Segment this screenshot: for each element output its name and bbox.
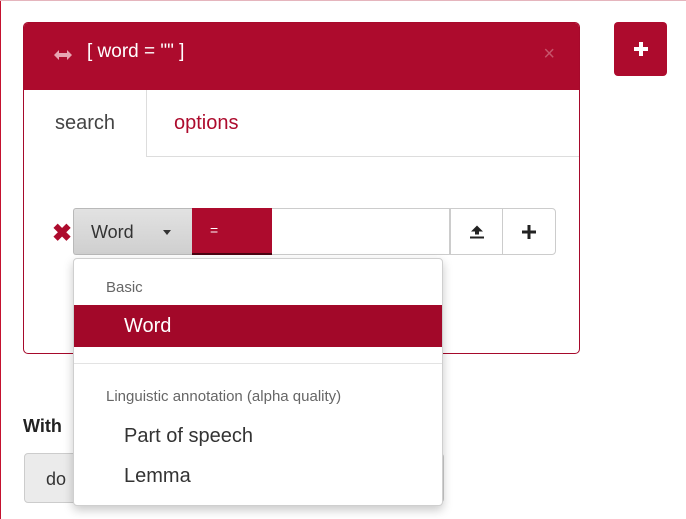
tab-search[interactable]: search xyxy=(24,90,147,157)
window-top-edge xyxy=(0,0,686,1)
group-header-linguistic: Linguistic annotation (alpha quality) xyxy=(106,388,342,405)
add-token-button[interactable] xyxy=(614,22,667,76)
within-label: With xyxy=(23,416,62,436)
add-condition-button[interactable] xyxy=(502,208,556,255)
upload-icon xyxy=(469,225,484,238)
attribute-dropdown-menu: Basic Word Linguistic annotation (alpha … xyxy=(73,258,443,506)
option-lemma[interactable]: Lemma xyxy=(74,455,442,497)
token-header: [ word = "" ] × xyxy=(24,23,579,90)
remove-condition-icon[interactable]: ✖ xyxy=(52,219,72,248)
caret-down-icon xyxy=(163,230,171,235)
attribute-select[interactable]: Word xyxy=(73,208,192,255)
operator-label: = xyxy=(210,222,219,238)
option-word[interactable]: Word xyxy=(74,305,442,347)
group-header-basic: Basic xyxy=(106,279,143,296)
window-edge xyxy=(0,0,1,519)
token-tabs: search options xyxy=(24,90,579,157)
within-select-value: do xyxy=(46,469,67,489)
plus-icon xyxy=(522,224,536,239)
upload-button[interactable] xyxy=(450,208,503,255)
left-right-arrow-icon[interactable] xyxy=(54,49,72,61)
attribute-select-label: Word xyxy=(91,222,134,242)
operator-select[interactable]: = xyxy=(192,208,272,255)
tab-options[interactable]: options xyxy=(174,90,239,156)
value-input[interactable] xyxy=(272,208,450,255)
token-title: [ word = "" ] xyxy=(87,41,185,62)
close-icon[interactable]: × xyxy=(543,43,555,66)
option-part-of-speech[interactable]: Part of speech xyxy=(74,415,442,457)
plus-icon xyxy=(633,42,648,56)
menu-divider xyxy=(74,363,442,364)
